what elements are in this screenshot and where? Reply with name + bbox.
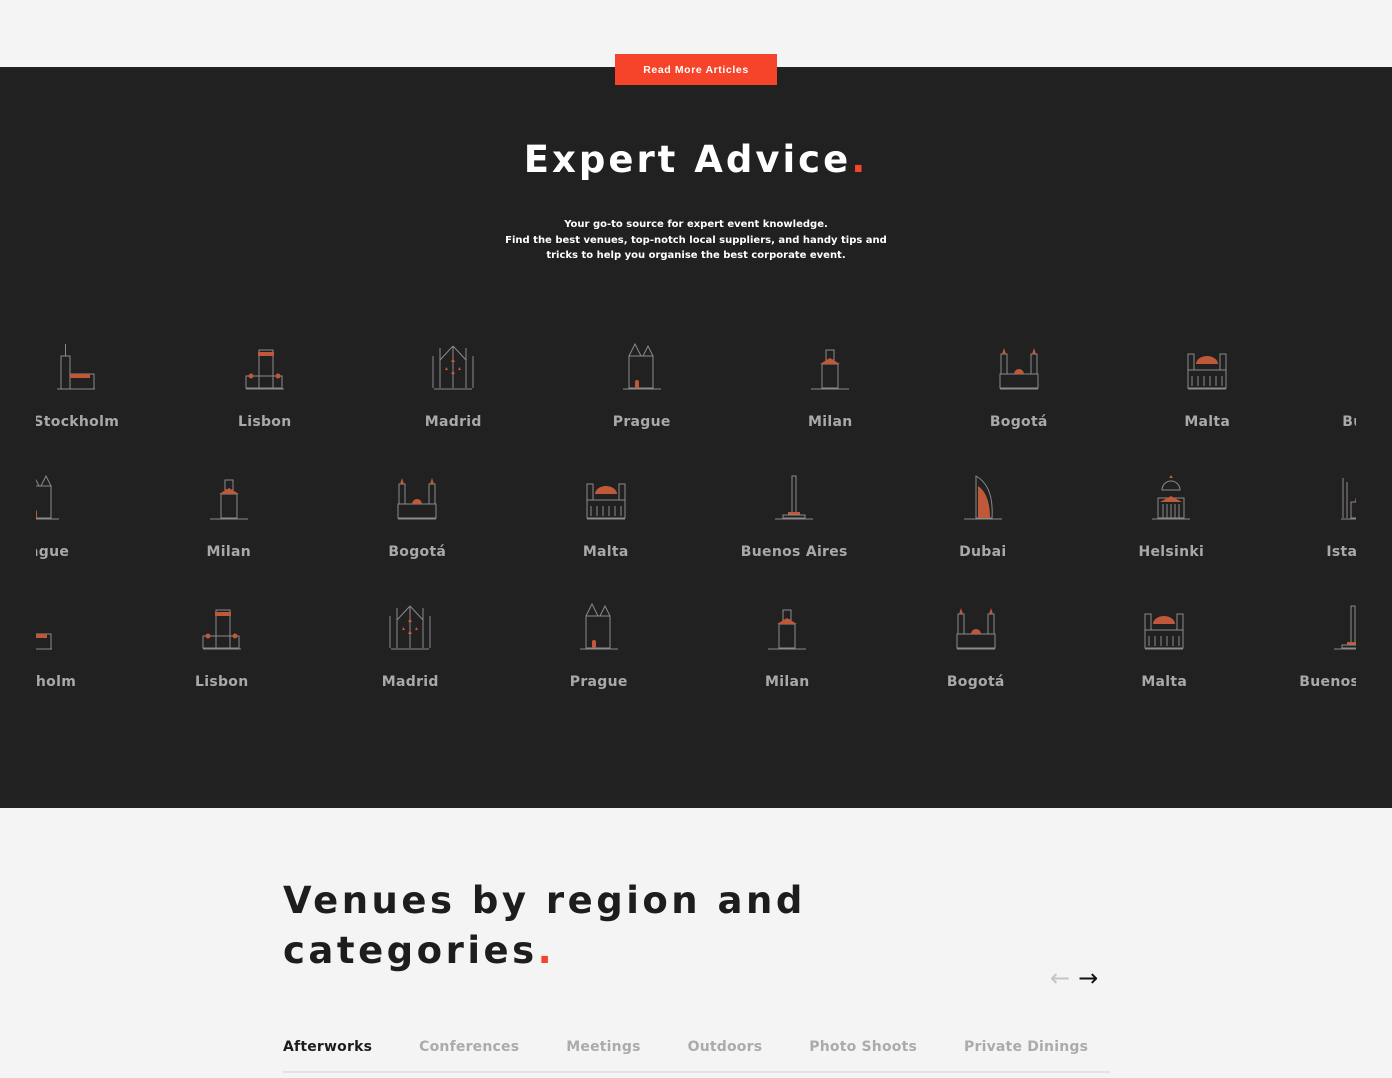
city-label: Stockholm	[36, 674, 77, 690]
city-item[interactable]: Malta	[1113, 342, 1302, 430]
city-item[interactable]: Bogotá	[882, 602, 1071, 690]
city-item[interactable]: Bogotá	[323, 472, 512, 560]
city-label: Prague	[612, 414, 671, 430]
city-item[interactable]: Buenos Aires	[1302, 342, 1356, 430]
city-label: Milan	[206, 544, 251, 560]
venues-title-line: categories	[283, 929, 538, 972]
title-dot: .	[537, 929, 556, 972]
city-item[interactable]: Milan	[135, 472, 324, 560]
city-item[interactable]: Milan	[693, 602, 882, 690]
milan-landmark-icon	[811, 349, 850, 390]
malta-landmark-icon	[1187, 353, 1227, 390]
city-row: Stockholm Lisbon Madrid Prague Milan Bogotá Ma…	[36, 342, 1356, 430]
tab-meetings[interactable]: Meetings	[566, 1038, 640, 1071]
bogot--landmark-icon	[397, 478, 437, 520]
bogot--landmark-icon	[999, 348, 1039, 390]
city-item[interactable]: Prague	[548, 342, 737, 430]
expert-advice-intro: Your go-to source for expert event knowl…	[0, 217, 1392, 264]
city-label: Helsinki	[1138, 544, 1205, 560]
buenos-aires-landmark-icon	[775, 475, 814, 520]
madrid-landmark-icon	[432, 345, 474, 390]
city-label: Malta	[1184, 414, 1231, 430]
bogot--landmark-icon	[956, 608, 996, 650]
city-label: Milan	[808, 414, 853, 430]
venues-title-line: Venues by region and	[283, 879, 806, 922]
lisbon-landmark-icon	[245, 349, 284, 390]
city-label: Bogotá	[946, 674, 1005, 690]
city-label: Stockholm	[36, 414, 120, 430]
city-item[interactable]: Milan	[736, 342, 925, 430]
city-row: Prague Milan Bogotá Malta Buenos Aires Dubai H…	[36, 472, 1356, 560]
city-label: Lisbon	[195, 674, 249, 690]
city-item[interactable]: Lisbon	[128, 602, 317, 690]
city-label: Prague	[36, 544, 70, 560]
city-item[interactable]: Dubai	[889, 472, 1078, 560]
prague-landmark-icon	[36, 474, 60, 520]
city-item[interactable]: Bogotá	[925, 342, 1114, 430]
istanbul-landmark-icon	[1340, 478, 1356, 520]
city-item[interactable]: Stockholm	[36, 602, 128, 690]
city-label: Bogotá	[388, 544, 447, 560]
intro-line: Your go-to source for expert event knowl…	[564, 219, 828, 230]
milan-landmark-icon	[209, 479, 248, 520]
city-item[interactable]: Helsinki	[1077, 472, 1266, 560]
city-item[interactable]: Stockholm	[36, 342, 171, 430]
city-item[interactable]: Malta	[1070, 602, 1259, 690]
helsinki-landmark-icon	[1152, 475, 1191, 520]
city-label: Bogotá	[989, 414, 1048, 430]
prague-landmark-icon	[579, 602, 618, 650]
carousel-arrows: ← →	[1050, 966, 1098, 990]
city-label: Buenos Aires	[1299, 674, 1356, 690]
city-label: Prague	[569, 674, 628, 690]
prague-landmark-icon	[622, 342, 661, 390]
intro-line: tricks to help you organise the best cor…	[546, 250, 846, 261]
city-label: Malta	[1141, 674, 1188, 690]
malta-landmark-icon	[586, 483, 626, 520]
tab-outdoors[interactable]: Outdoors	[688, 1038, 763, 1071]
city-label: Milan	[765, 674, 810, 690]
venues-title: Venues by region and categories.	[283, 876, 806, 976]
city-label: Madrid	[424, 414, 482, 430]
milan-landmark-icon	[768, 609, 807, 650]
intro-line: Find the best venues, top-notch local su…	[505, 234, 887, 246]
city-label: Madrid	[381, 674, 439, 690]
malta-landmark-icon	[1144, 613, 1184, 650]
buenos-aires-landmark-icon	[1333, 605, 1356, 650]
city-item[interactable]: Madrid	[359, 342, 548, 430]
city-label: Dubai	[959, 544, 1007, 560]
stockholm-landmark-icon	[57, 344, 96, 390]
city-label: Buenos Aires	[740, 544, 848, 560]
city-item[interactable]: Lisbon	[171, 342, 360, 430]
lisbon-landmark-icon	[202, 609, 241, 650]
city-row: Stockholm Lisbon Madrid Prague Milan Bogotá Ma…	[36, 602, 1356, 690]
category-tabs: Afterworks Conferences Meetings Outdoors Pho…	[283, 1038, 1110, 1073]
city-item[interactable]: Istanbul	[1266, 472, 1356, 560]
city-label: Lisbon	[238, 414, 292, 430]
tab-photo-shoots[interactable]: Photo Shoots	[809, 1038, 917, 1071]
city-item[interactable]: Madrid	[316, 602, 505, 690]
arrow-left-icon[interactable]: ←	[1050, 966, 1070, 990]
tab-private-dinings[interactable]: Private Dinings	[964, 1038, 1088, 1071]
arrow-right-icon[interactable]: →	[1078, 966, 1098, 990]
city-carousel: Stockholm Lisbon Madrid Prague Milan Bogotá Ma…	[36, 330, 1356, 710]
city-item[interactable]: Buenos Aires	[700, 472, 889, 560]
city-item[interactable]: Prague	[36, 472, 135, 560]
title-text: Expert Advice	[523, 138, 852, 181]
stockholm-landmark-icon	[36, 633, 53, 650]
title-dot: .	[851, 138, 869, 181]
city-item[interactable]: Prague	[505, 602, 694, 690]
city-label: Malta	[582, 544, 629, 560]
read-more-articles-button[interactable]: Read More Articles	[615, 54, 777, 85]
tab-afterworks[interactable]: Afterworks	[283, 1038, 372, 1071]
tab-conferences[interactable]: Conferences	[419, 1038, 519, 1071]
city-item[interactable]: Malta	[512, 472, 701, 560]
dubai-landmark-icon	[963, 475, 1002, 520]
city-label: Buenos Aires	[1342, 414, 1356, 430]
madrid-landmark-icon	[389, 605, 431, 650]
city-item[interactable]: Buenos Aires	[1259, 602, 1356, 690]
expert-advice-title: Expert Advice.	[0, 138, 1392, 181]
city-label: Istanbul	[1326, 544, 1356, 560]
